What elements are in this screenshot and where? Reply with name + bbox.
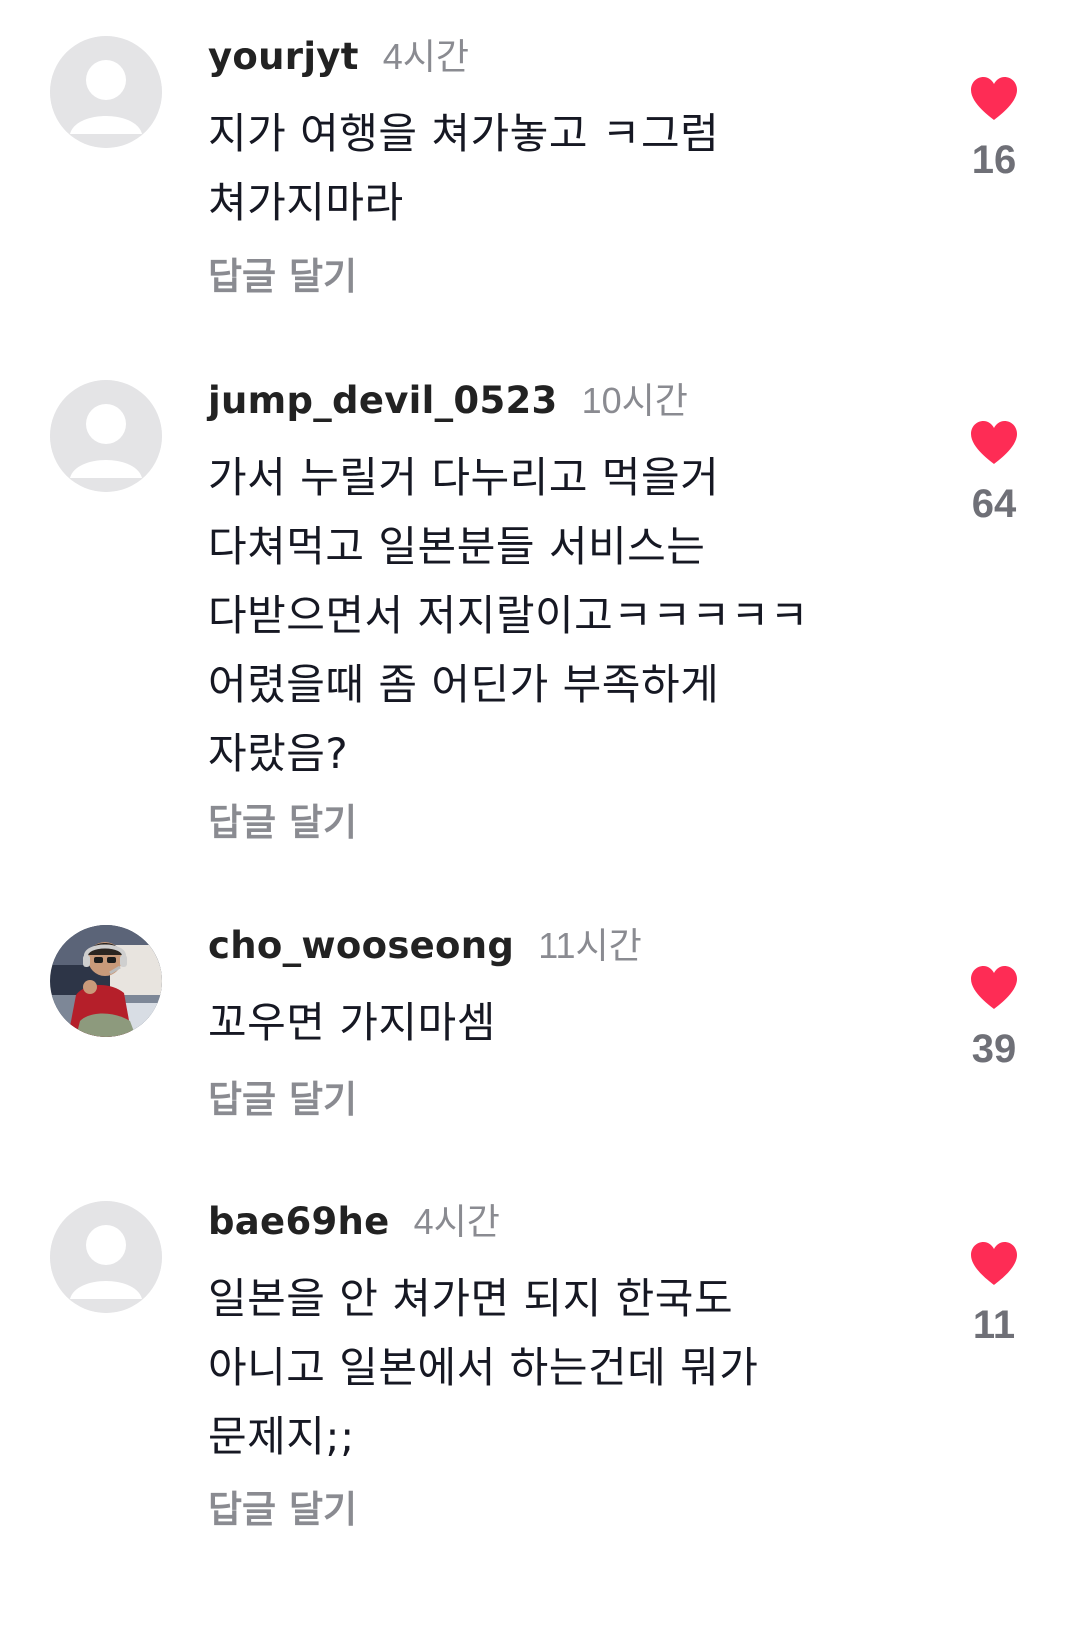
reply-button[interactable]: 답글 달기 [208,1491,357,1528]
like-button[interactable]: 16 [946,76,1042,180]
comment-text-line: 일본을 안 쳐가면 되지 한국도 [208,1274,734,1323]
default-avatar-icon[interactable] [50,380,162,492]
reply-button[interactable]: 답글 달기 [208,804,357,841]
comment-text-line: 다쳐먹고 일본분들 서비스는 [208,522,706,571]
comment-time: 4시간 [413,1201,500,1242]
comment-time: 11시간 [538,925,642,966]
username[interactable]: cho_wooseong [208,924,514,967]
comment-text: 지가 여행을 쳐가놓고 ㅋ그럼 쳐가지마라 [208,99,888,237]
comment-meta: cho_wooseong 11시간 [208,927,642,964]
photo-avatar-icon[interactable] [50,925,162,1037]
comment-text: 가서 누릴거 다누리고 먹을거 다쳐먹고 일본분들 서비스는 다받으면서 저지랄… [208,443,888,788]
like-button[interactable]: 64 [946,420,1042,524]
comment-text: 꼬우면 가지마셈 [208,988,888,1057]
comment-time: 10시간 [581,380,688,421]
like-button[interactable]: 11 [946,1241,1042,1345]
comment-meta: yourjyt 4시간 [208,38,469,75]
heart-icon [971,966,1017,1009]
username[interactable]: yourjyt [208,35,359,78]
like-count: 16 [971,138,1017,182]
comment-text-line: 가서 누릴거 다누리고 먹을거 [208,453,720,502]
heart-icon [971,77,1017,120]
comment-text-line: 자랐음? [208,729,349,778]
default-avatar-icon[interactable] [50,36,162,148]
like-count: 39 [971,1027,1017,1071]
like-count: 64 [971,482,1017,526]
comment-text-line: 지가 여행을 쳐가놓고 ㅋ그럼 [208,109,720,158]
username[interactable]: bae69he [208,1200,390,1243]
username[interactable]: jump_devil_0523 [208,379,558,422]
comment-text-line: 어렸을때 좀 어딘가 부족하게 [208,660,720,709]
reply-button[interactable]: 답글 달기 [208,258,357,295]
heart-icon [971,421,1017,464]
comment-text-line: 쳐가지마라 [208,178,404,227]
comment-text-line: 다받으면서 저지랄이고ㅋㅋㅋㅋㅋ [208,591,809,640]
comment-text-line: 꼬우면 가지마셈 [208,998,496,1047]
comment-text-line: 문제지;; [208,1412,355,1461]
comment-text: 일본을 안 쳐가면 되지 한국도 아니고 일본에서 하는건데 뭐가 문제지;; [208,1264,888,1471]
like-button[interactable]: 39 [946,965,1042,1069]
like-count: 11 [972,1303,1016,1347]
comment-time: 4시간 [382,36,469,77]
reply-button[interactable]: 답글 달기 [208,1081,357,1118]
comment-text-line: 아니고 일본에서 하는건데 뭐가 [208,1343,759,1392]
comment-meta: jump_devil_0523 10시간 [208,382,688,419]
comment-meta: bae69he 4시간 [208,1203,500,1240]
heart-icon [971,1242,1017,1285]
default-avatar-icon[interactable] [50,1201,162,1313]
